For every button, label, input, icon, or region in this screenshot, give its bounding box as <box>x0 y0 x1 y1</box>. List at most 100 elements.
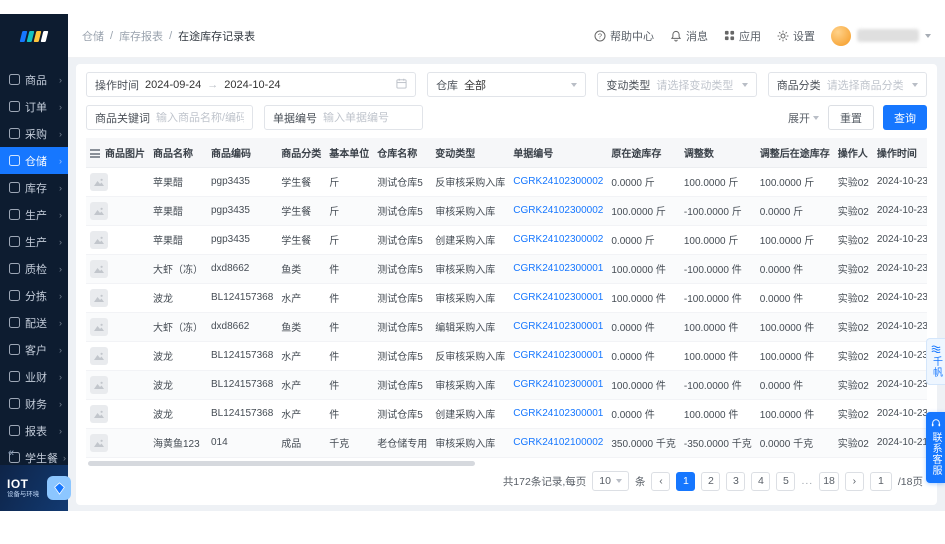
doc-no-link[interactable]: CGRK24102300002 <box>513 234 603 245</box>
horizontal-scrollbar[interactable]: ‹ <box>86 460 927 466</box>
menu-item-label: 仓储 <box>25 155 47 168</box>
search-button[interactable]: 查询 <box>883 105 927 130</box>
chevron-right-icon: › <box>59 317 62 328</box>
cell-adjust: -100.0000 件 <box>679 283 756 313</box>
sidebar-item-6[interactable]: 生产 › <box>0 201 68 228</box>
doc-no-link[interactable]: CGRK24102300001 <box>513 263 603 274</box>
page-ellipsis[interactable]: ... <box>801 475 813 487</box>
cell-category: 成品 <box>277 428 326 458</box>
page-button-3[interactable]: 3 <box>726 471 746 491</box>
page-button-1[interactable]: 1 <box>676 471 696 491</box>
prev-page-button[interactable]: ‹ <box>651 471 671 491</box>
chevron-right-icon: › <box>59 128 62 139</box>
cell-name: 海黄鱼123 <box>149 428 207 458</box>
change-type-select[interactable]: 变动类型 请选择变动类型 <box>597 72 757 97</box>
menu-collapse-icon[interactable]: « <box>8 447 14 459</box>
product-image-placeholder <box>90 317 108 336</box>
product-image-placeholder <box>90 346 108 365</box>
table-row: 波龙 BL124157368 水产件测试仓库5 反审核采购入库 CGRK24102300… <box>86 341 927 371</box>
page-size-select[interactable]: 10 <box>592 471 629 491</box>
qianfan-float-tab[interactable]: 千帆 <box>926 338 945 385</box>
contact-service-float-tab[interactable]: 联系客服 <box>926 412 945 483</box>
menu-item-label: 采购 <box>25 128 47 141</box>
column-settings-icon[interactable] <box>90 148 100 158</box>
column-header: 操作人 <box>833 138 873 168</box>
scrollbar-thumb[interactable] <box>88 460 475 466</box>
sidebar-iot-banner[interactable]: IOT 设备与环境 <box>0 465 71 511</box>
sidebar-item-7[interactable]: 生产 › <box>0 228 68 255</box>
cell-after: 100.0000 斤 <box>755 225 834 255</box>
sidebar-item-8[interactable]: 质检 › <box>0 255 68 282</box>
cell-time: 2024-10-23 17:43 <box>872 225 927 255</box>
cell-category: 水产 <box>277 399 326 429</box>
chevron-right-icon: › <box>59 290 62 301</box>
cell-category: 学生餐 <box>277 167 326 197</box>
cell-time: 2024-10-23 15:07 <box>872 254 927 284</box>
doc-no-link[interactable]: CGRK24102100002 <box>513 437 603 448</box>
contact-service-label: 联系客服 <box>930 432 941 476</box>
sidebar-item-11[interactable]: 客户 › <box>0 336 68 363</box>
doc-no-link[interactable]: CGRK24102300001 <box>513 292 603 303</box>
sidebar-item-13[interactable]: 财务 › <box>0 390 68 417</box>
doc-no-link[interactable]: CGRK24102300001 <box>513 379 603 390</box>
iot-title: IOT <box>7 476 29 491</box>
cell-operator: 实验02 <box>833 341 873 371</box>
change-type-placeholder: 请选择变动类型 <box>656 79 734 92</box>
cell-name: 苹果醋 <box>149 225 207 255</box>
warehouse-select[interactable]: 仓库 全部 <box>427 72 587 97</box>
operation-time-label: 操作时间 <box>95 79 139 92</box>
cell-adjust: 100.0000 件 <box>679 312 756 342</box>
sidebar-item-4[interactable]: 仓储 › <box>0 147 68 174</box>
category-select[interactable]: 商品分类 请选择商品分类 <box>767 72 927 97</box>
cell-after: 100.0000 件 <box>755 399 834 429</box>
page-button-5[interactable]: 5 <box>776 471 796 491</box>
menu-item-icon <box>9 74 20 85</box>
page-jump-input[interactable]: 1 <box>869 471 892 491</box>
next-page-button[interactable]: › <box>844 471 864 491</box>
breadcrumb-item[interactable]: 仓储 <box>82 28 104 44</box>
expand-toggle[interactable]: 展开 <box>788 110 819 126</box>
cell-before: 100.0000 件 <box>607 254 680 284</box>
headset-icon <box>931 419 940 427</box>
page-button-2[interactable]: 2 <box>701 471 721 491</box>
sidebar-item-2[interactable]: 订单 › <box>0 93 68 120</box>
cell-time: 2024-10-23 15:05 <box>872 399 927 429</box>
operation-time-range-picker[interactable]: 操作时间 2024-09-24 → 2024-10-24 <box>86 72 417 97</box>
doc-no-link[interactable]: CGRK24102300001 <box>513 408 603 419</box>
apps-button[interactable]: 应用 <box>724 28 761 44</box>
cell-name: 苹果醋 <box>149 167 207 197</box>
page-buttons: 1 2 3 4 5... 18 <box>676 471 839 491</box>
sidebar-item-3[interactable]: 采购 › <box>0 120 68 147</box>
help-center-button[interactable]: ? 帮助中心 <box>594 28 654 44</box>
keyword-input[interactable] <box>156 111 244 124</box>
sidebar-item-5[interactable]: 库存 › <box>0 174 68 201</box>
column-header-label: 变动类型 <box>435 148 476 160</box>
breadcrumb-item[interactable]: 库存报表 <box>119 28 163 44</box>
doc-no-input[interactable] <box>323 111 414 124</box>
sidebar-item-9[interactable]: 分拣 › <box>0 282 68 309</box>
doc-no-link[interactable]: CGRK24102300002 <box>513 205 603 216</box>
messages-button[interactable]: 消息 <box>670 28 708 44</box>
product-image-placeholder <box>90 172 108 191</box>
cell-doc-no: CGRK24102300001 <box>509 312 608 342</box>
menu-item-icon <box>9 182 20 193</box>
chevron-down-icon <box>912 82 918 87</box>
doc-no-link[interactable]: CGRK24102300002 <box>513 176 603 187</box>
settings-button[interactable]: 设置 <box>777 28 815 44</box>
cell-code: pgp3435 <box>207 196 278 226</box>
doc-no-link[interactable]: CGRK24102300001 <box>513 350 603 361</box>
reset-button[interactable]: 重置 <box>828 105 874 130</box>
menu-item-label: 商品 <box>25 74 47 87</box>
gear-icon <box>777 30 789 41</box>
sidebar-item-1[interactable]: 商品 › <box>0 66 68 93</box>
user-menu[interactable] <box>831 25 931 46</box>
menu-item-icon <box>9 290 20 301</box>
page-button-18[interactable]: 18 <box>819 471 839 491</box>
sidebar-item-14[interactable]: 报表 › <box>0 417 68 444</box>
column-header-label: 仓库名称 <box>377 148 418 160</box>
page-button-4[interactable]: 4 <box>751 471 771 491</box>
doc-no-link[interactable]: CGRK24102300001 <box>513 321 603 332</box>
cell-code: BL124157368 <box>207 341 278 371</box>
sidebar-item-12[interactable]: 业财 › <box>0 363 68 390</box>
sidebar-item-10[interactable]: 配送 › <box>0 309 68 336</box>
